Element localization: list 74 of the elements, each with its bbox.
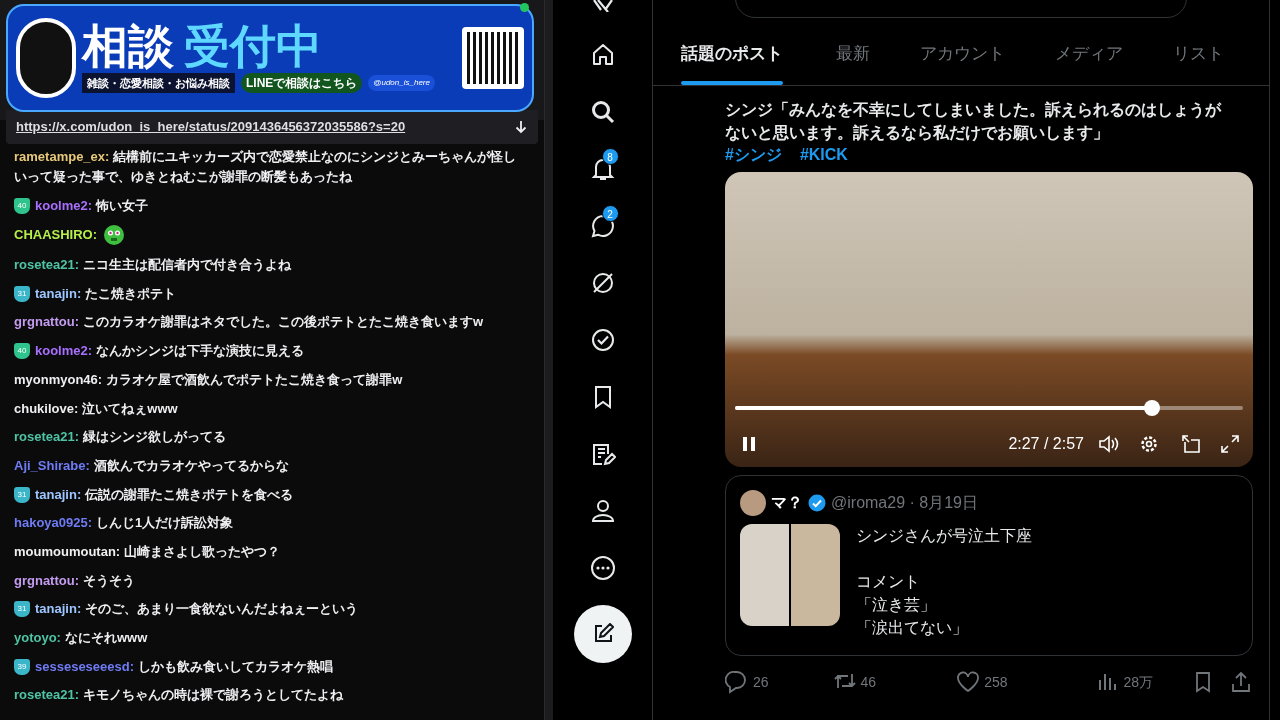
views-button[interactable]: 28万	[1095, 670, 1154, 694]
tab[interactable]: アカウント	[895, 23, 1030, 85]
video-time: 2:27 / 2:57	[1008, 434, 1084, 454]
quoted-post-text: シンジさんが号泣土下座	[856, 526, 1032, 546]
reply-icon	[725, 670, 749, 694]
chat-message: myonmyon46: カラオケ屋で酒飲んでポテトたこ焼き食って謝罪w	[14, 370, 403, 389]
volume-icon[interactable]	[1098, 434, 1120, 454]
chat-message: sesseseseeesd: しかも飲み食いしてカラオケ熱唱	[35, 657, 334, 676]
action-count: 258	[984, 672, 1008, 692]
chat-message: hakoya0925: しんじ1人だけ訴訟対象	[14, 514, 234, 533]
chat-message: tanajin: 伝説の謝罪たこ焼きポテトを食べる	[35, 485, 294, 504]
chat-message: rosetea21: ニコ生主は配信者内で付き合うよね	[14, 256, 292, 275]
post-text: シンジ「みんなを不幸にしてしまいました。訴えられるのはしょうがないと思います。訴えるなら私だけでお願いします」	[725, 100, 1223, 144]
subscriber-badge: 40	[14, 343, 30, 360]
tab[interactable]: メディア	[1030, 23, 1148, 85]
down-arrow-icon[interactable]	[514, 120, 528, 134]
hashtag-link[interactable]: #シンジ	[725, 144, 782, 166]
chat-message: grgnattou: このカラオケ謝罪はネタでした。この後ポテトとたこ焼き食いますw	[14, 313, 484, 332]
action-count: 46	[860, 672, 877, 692]
quoted-post-text: 「涙出てない」	[856, 618, 969, 638]
hashtag-link[interactable]: #KICK	[799, 144, 848, 166]
search-icon[interactable]	[589, 99, 616, 125]
banner-title: 相談	[82, 22, 174, 69]
subscriber-badge: 31	[14, 285, 30, 302]
reply-button[interactable]: 26	[725, 670, 769, 694]
tab[interactable]: 最新	[811, 23, 895, 85]
check-circle-icon[interactable]	[589, 327, 616, 353]
chat-message: rosetea21: キモノちゃんの時は裸で謝ろうとしてたよね	[14, 686, 344, 705]
banner-subtitle: 雑談・恋愛相談・お悩み相談	[82, 72, 235, 94]
settings-icon[interactable]	[1139, 434, 1159, 454]
author-name: マ？	[771, 493, 803, 513]
chat-message: rosetea21: 緑はシンジ欲しがってる	[14, 428, 227, 447]
tab[interactable]: リスト	[1148, 23, 1249, 85]
person-icon[interactable]	[589, 498, 616, 524]
chat-message: tanajin: そのご、あまり一食欲ないんだよねぇーという	[35, 600, 359, 619]
x-logo-icon[interactable]	[590, 0, 615, 12]
action-count: 26	[753, 672, 769, 692]
banner-title: 受付中	[184, 22, 322, 69]
quoted-post-text: 「泣き芸」	[856, 595, 937, 615]
chat-message: grgnattou: そうそう	[14, 571, 135, 590]
chat-username[interactable]: CHAASHIRO:	[14, 225, 98, 246]
emote-icon	[103, 224, 126, 247]
cartoon-mascot-icon	[16, 18, 76, 98]
share-icon	[1229, 670, 1253, 694]
share-button[interactable]	[1229, 670, 1253, 694]
tab[interactable]: 話題のポスト	[653, 23, 811, 85]
chat-message: yotoyo: なにそれwww	[14, 629, 148, 647]
author-handle: @iroma29 · 8月19日	[831, 493, 978, 513]
subscriber-badge: 31	[14, 486, 30, 503]
fullscreen-icon[interactable]	[1221, 435, 1239, 453]
like-button[interactable]: 258	[956, 670, 1008, 694]
x-handle: @udon_is_here	[368, 75, 435, 91]
chat-message: rametampe_ex: 結構前にユキッカーズ内で恋愛禁止なのにシンジとみーちゃんが怪しいって疑った事で、ゆきとねむこが謝罪の断髪もあったね	[14, 148, 518, 186]
more-icon[interactable]	[589, 555, 616, 581]
notification-count: 8	[601, 148, 619, 165]
quoted-post-text: コメント	[856, 572, 921, 592]
chat-message: tanajin: たこ焼きポテト	[35, 284, 177, 303]
subscriber-badge: 40	[14, 197, 30, 214]
chat-message: moumoumoutan: 山崎まさよし歌ったやつ？	[14, 542, 281, 561]
heart-icon	[956, 670, 981, 694]
chat-message: koolme2: なんかシンジは下手な演技に見える	[35, 342, 305, 361]
compose-button[interactable]	[573, 605, 632, 663]
subscriber-badge: 39	[14, 658, 30, 675]
subscriber-badge: 31	[14, 601, 30, 618]
action-count: 28万	[1123, 672, 1154, 692]
picture-in-picture-icon[interactable]	[1181, 434, 1201, 454]
chat-message: koolme2: 怖い女子	[35, 196, 149, 215]
pause-icon[interactable]	[741, 436, 757, 452]
chat-message: chukilove: 泣いてねぇwww	[14, 399, 178, 418]
avatar	[740, 490, 766, 516]
quoted-post-card[interactable]: マ？ @iroma29 · 8月19日 シンジさんが号泣土下座 コメント 「泣き芸」 「涙出てない」	[725, 475, 1253, 656]
notification-count: 2	[601, 205, 619, 222]
repost-button[interactable]: 46	[832, 670, 877, 694]
chat-message: Aji_Shirabe: 酒飲んでカラオケやってるからな	[14, 456, 289, 475]
